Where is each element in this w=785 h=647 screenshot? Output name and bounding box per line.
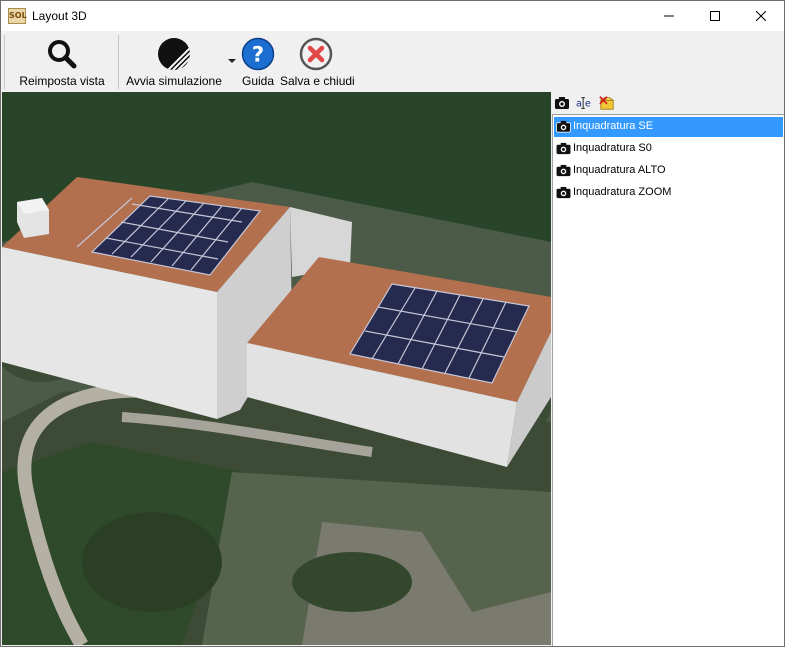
layout-3d-window: SOL Layout 3D Reimposta vista Avvia simu… xyxy=(0,0,785,647)
help-label: Guida xyxy=(241,74,275,88)
magnifier-icon xyxy=(48,40,77,69)
toolbar-separator xyxy=(4,35,5,89)
save-and-close-label: Salva e chiudi xyxy=(280,74,355,88)
camera-icon xyxy=(556,120,571,133)
main-toolbar: Reimposta vista Avvia simulazione ? Guid… xyxy=(1,31,784,92)
maximize-icon xyxy=(710,11,720,21)
view-label: Inquadratura SE xyxy=(573,120,654,132)
camera-icon xyxy=(556,186,571,199)
maximize-button[interactable] xyxy=(692,1,738,31)
svg-text:a: a xyxy=(576,99,582,110)
minimize-icon xyxy=(664,15,674,17)
views-list: Inquadratura SE Inquadratura S0 Inquadra… xyxy=(552,114,784,646)
help-button[interactable]: ? Guida xyxy=(239,31,277,89)
help-icon: ? xyxy=(241,37,275,71)
shading-simulation-icon xyxy=(158,38,190,70)
views-toolbar: a e xyxy=(552,92,784,114)
view-label: Inquadratura ALTO xyxy=(573,164,666,176)
close-icon xyxy=(756,11,766,21)
camera-icon xyxy=(556,164,571,177)
reset-view-label: Reimposta vista xyxy=(19,74,105,88)
close-circle-icon xyxy=(299,37,333,71)
title-bar: SOL Layout 3D xyxy=(1,1,784,31)
list-item-view-se[interactable]: Inquadratura SE xyxy=(554,117,783,137)
list-item-view-zoom[interactable]: Inquadratura ZOOM xyxy=(554,183,783,203)
camera-icon[interactable] xyxy=(554,95,570,111)
rename-icon[interactable]: a e xyxy=(576,95,592,111)
minimize-button[interactable] xyxy=(646,1,692,31)
start-simulation-button[interactable]: Avvia simulazione xyxy=(125,31,223,89)
save-and-close-button[interactable]: Salva e chiudi xyxy=(280,31,355,89)
camera-icon xyxy=(556,142,571,155)
list-item-view-so[interactable]: Inquadratura S0 xyxy=(554,139,783,159)
delete-view-icon[interactable] xyxy=(599,95,615,111)
start-simulation-label: Avvia simulazione xyxy=(126,74,222,88)
simulation-dropdown-arrow[interactable] xyxy=(228,59,236,63)
app-icon: SOL xyxy=(8,8,27,24)
list-item-view-alto[interactable]: Inquadratura ALTO xyxy=(554,161,783,181)
toolbar-separator xyxy=(118,35,119,89)
reset-view-button[interactable]: Reimposta vista xyxy=(15,31,109,89)
window-title: Layout 3D xyxy=(32,9,87,23)
svg-text:e: e xyxy=(585,99,591,110)
close-window-button[interactable] xyxy=(738,1,784,31)
view-label: Inquadratura ZOOM xyxy=(573,186,672,198)
3d-scene xyxy=(2,92,551,645)
svg-text:?: ? xyxy=(252,43,264,67)
view-label: Inquadratura S0 xyxy=(573,142,652,154)
3d-viewport[interactable] xyxy=(2,92,551,645)
